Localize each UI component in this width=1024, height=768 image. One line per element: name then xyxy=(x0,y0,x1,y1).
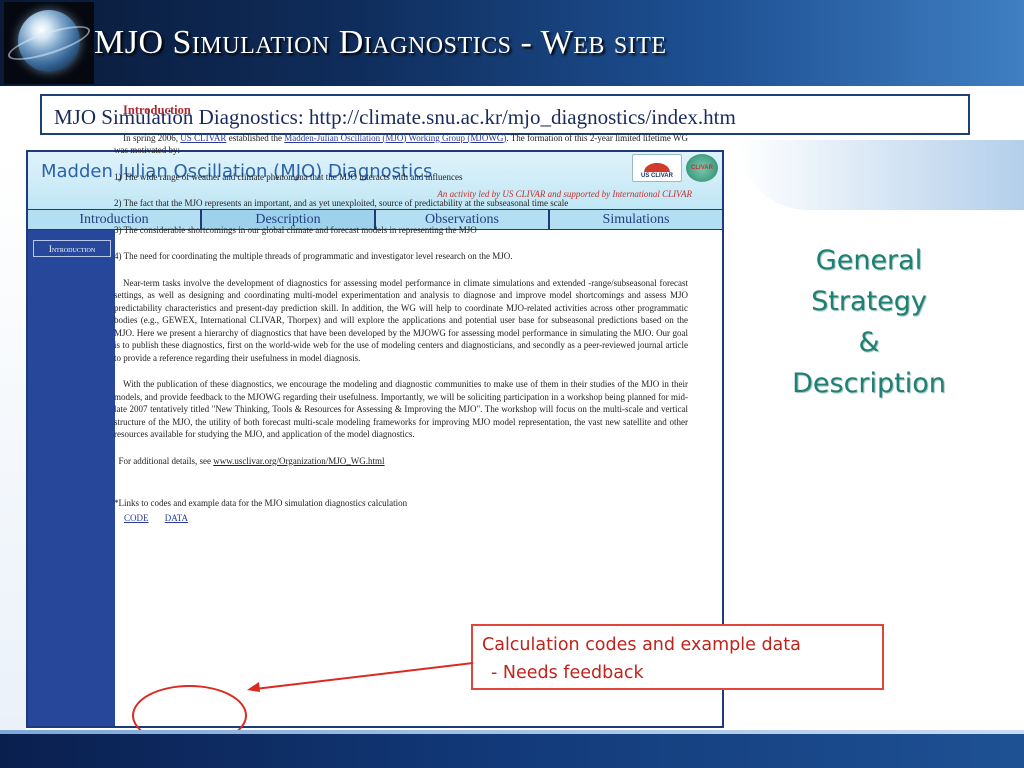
mjowg-link[interactable]: Madden-Julian Oscillation (MJO) Working … xyxy=(284,133,506,143)
point-4: 4) The need for coordinating the multipl… xyxy=(114,251,513,261)
slide-header: MJO Simulation Diagnostics - Web site xyxy=(0,0,1024,86)
intro-lead: In spring 2006, xyxy=(123,132,178,143)
data-link[interactable]: DATA xyxy=(165,513,188,523)
publication-paragraph: With the publication of these diagnostic… xyxy=(114,379,688,439)
details-line: For additional details, see www.usclivar… xyxy=(114,455,688,468)
strategy-line-general: General xyxy=(815,245,923,276)
globe-logo-icon xyxy=(4,2,94,84)
strategy-line-description: Description xyxy=(792,368,946,399)
intro-mid: established the xyxy=(228,132,282,143)
near-term-paragraph: Near-term tasks involve the development … xyxy=(114,277,688,363)
sidebar-item-introduction[interactable]: Introduction xyxy=(33,240,111,257)
point-3: 3) The considerable shortcomings in our … xyxy=(114,224,477,235)
mjo-wg-page-link[interactable]: www.usclivar.org/Organization/MJO_WG.htm… xyxy=(213,456,384,466)
links-row: CODE DATA xyxy=(124,512,688,525)
callout-line-1: Calculation codes and example data xyxy=(482,635,801,655)
point-2: 2) The fact that the MJO represents an i… xyxy=(114,198,569,208)
code-link[interactable]: CODE xyxy=(124,513,149,523)
webpage-content: Introduction In spring 2006, US CLIVAR e… xyxy=(114,104,688,524)
point-1: 1) The wide range of weather and climate… xyxy=(114,171,463,182)
links-note: *Links to codes and example data for the… xyxy=(114,498,408,508)
strategy-line-ampersand: & xyxy=(858,327,880,358)
decorative-strip xyxy=(0,150,26,734)
decorative-wave xyxy=(738,140,1024,210)
content-heading: Introduction xyxy=(123,103,191,117)
strategy-line-strategy: Strategy xyxy=(811,286,927,317)
callout-arrow-icon xyxy=(247,662,474,692)
details-prefix: For additional details, see xyxy=(118,455,211,466)
callout-line-2: - Needs feedback xyxy=(491,663,644,683)
strategy-heading: General Strategy & Description xyxy=(760,240,978,404)
clivar-logo-icon[interactable]: CLIVAR xyxy=(686,154,718,182)
intro-paragraph: In spring 2006, US CLIVAR established th… xyxy=(114,132,688,157)
slide-footer-bar xyxy=(0,730,1024,768)
webpage-sidebar: Introduction xyxy=(28,230,115,726)
feedback-callout: Calculation codes and example data - Nee… xyxy=(471,624,884,690)
slide-title: MJO Simulation Diagnostics - Web site xyxy=(94,24,667,61)
us-clivar-link[interactable]: US CLIVAR xyxy=(180,133,226,143)
